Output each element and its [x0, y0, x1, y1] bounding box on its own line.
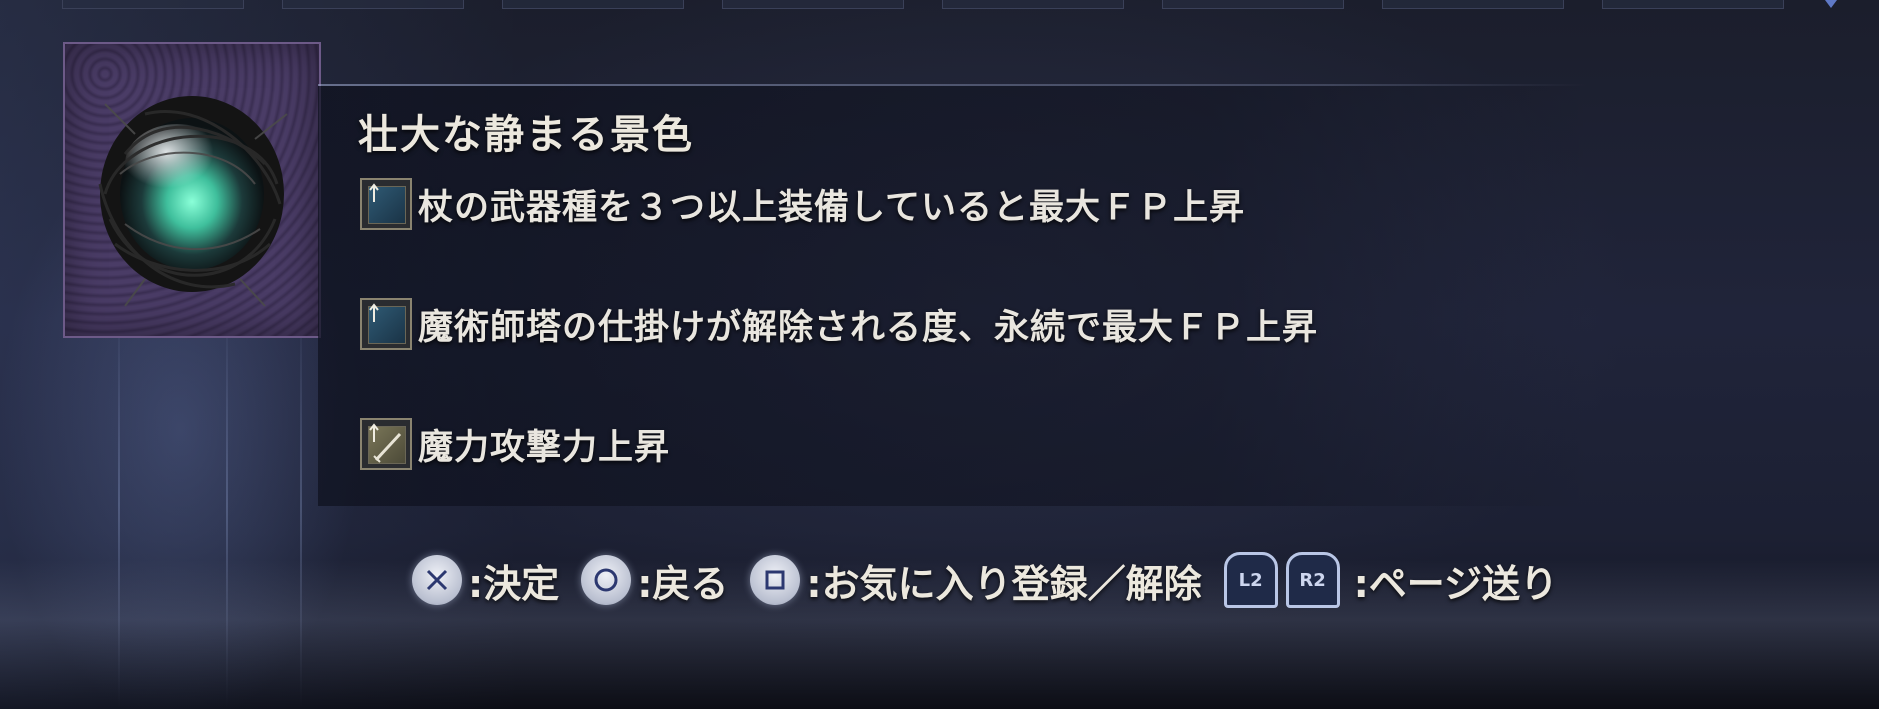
- effect-text: 魔術師塔の仕掛けが解除される度、永続で最大ＦＰ上昇: [418, 307, 1319, 348]
- grid-slot[interactable]: [282, 0, 464, 9]
- grid-slot[interactable]: [1162, 0, 1344, 9]
- effect-text: 杖の武器種を３つ以上装備していると最大ＦＰ上昇: [418, 187, 1245, 228]
- grid-slot[interactable]: [942, 0, 1124, 9]
- page-label: :ページ送り: [1353, 561, 1559, 606]
- panel-divider: [318, 84, 1588, 86]
- confirm-hint[interactable]: :決定: [412, 553, 559, 608]
- confirm-label: :決定: [468, 561, 560, 606]
- effect-row: 魔術師塔の仕掛けが解除される度、永続で最大ＦＰ上昇: [360, 298, 1318, 350]
- fp-up-icon: [360, 178, 412, 230]
- effect-row: 杖の武器種を３つ以上装備していると最大ＦＰ上昇: [360, 178, 1245, 230]
- effect-row: 魔力攻撃力上昇: [360, 418, 670, 470]
- item-title: 壮大な静まる景色: [358, 112, 694, 158]
- grid-slot[interactable]: [1602, 0, 1784, 9]
- grid-slot[interactable]: [1382, 0, 1564, 9]
- attack-up-icon: [360, 418, 412, 470]
- l2-button-icon: L2: [1223, 552, 1278, 608]
- grid-slot[interactable]: [62, 0, 244, 9]
- sorcery-orb-icon: [98, 96, 288, 307]
- cross-button-icon: [412, 555, 462, 605]
- back-label: :戻る: [637, 561, 729, 606]
- item-image-frame: [63, 42, 321, 338]
- page-hint[interactable]: L2 R2 :ページ送り: [1223, 552, 1559, 608]
- square-button-icon: [750, 555, 801, 605]
- circle-button-icon: [581, 555, 632, 605]
- effect-text: 魔力攻撃力上昇: [418, 427, 671, 468]
- item-grid-top-row: [0, 0, 1879, 10]
- r2-button-icon: R2: [1285, 552, 1340, 608]
- scroll-indicator-icon: [1825, 0, 1837, 8]
- control-hints: :決定 :戻る :お気に入り登録／解除 L2 R2 :ページ送り: [412, 550, 1580, 610]
- back-hint[interactable]: :戻る: [581, 553, 728, 608]
- favorite-label: :お気に入り登録／解除: [806, 561, 1202, 606]
- fp-up-icon: [360, 298, 412, 350]
- grid-slot[interactable]: [502, 0, 684, 9]
- favorite-hint[interactable]: :お気に入り登録／解除: [750, 553, 1202, 608]
- grid-slot[interactable]: [722, 0, 904, 9]
